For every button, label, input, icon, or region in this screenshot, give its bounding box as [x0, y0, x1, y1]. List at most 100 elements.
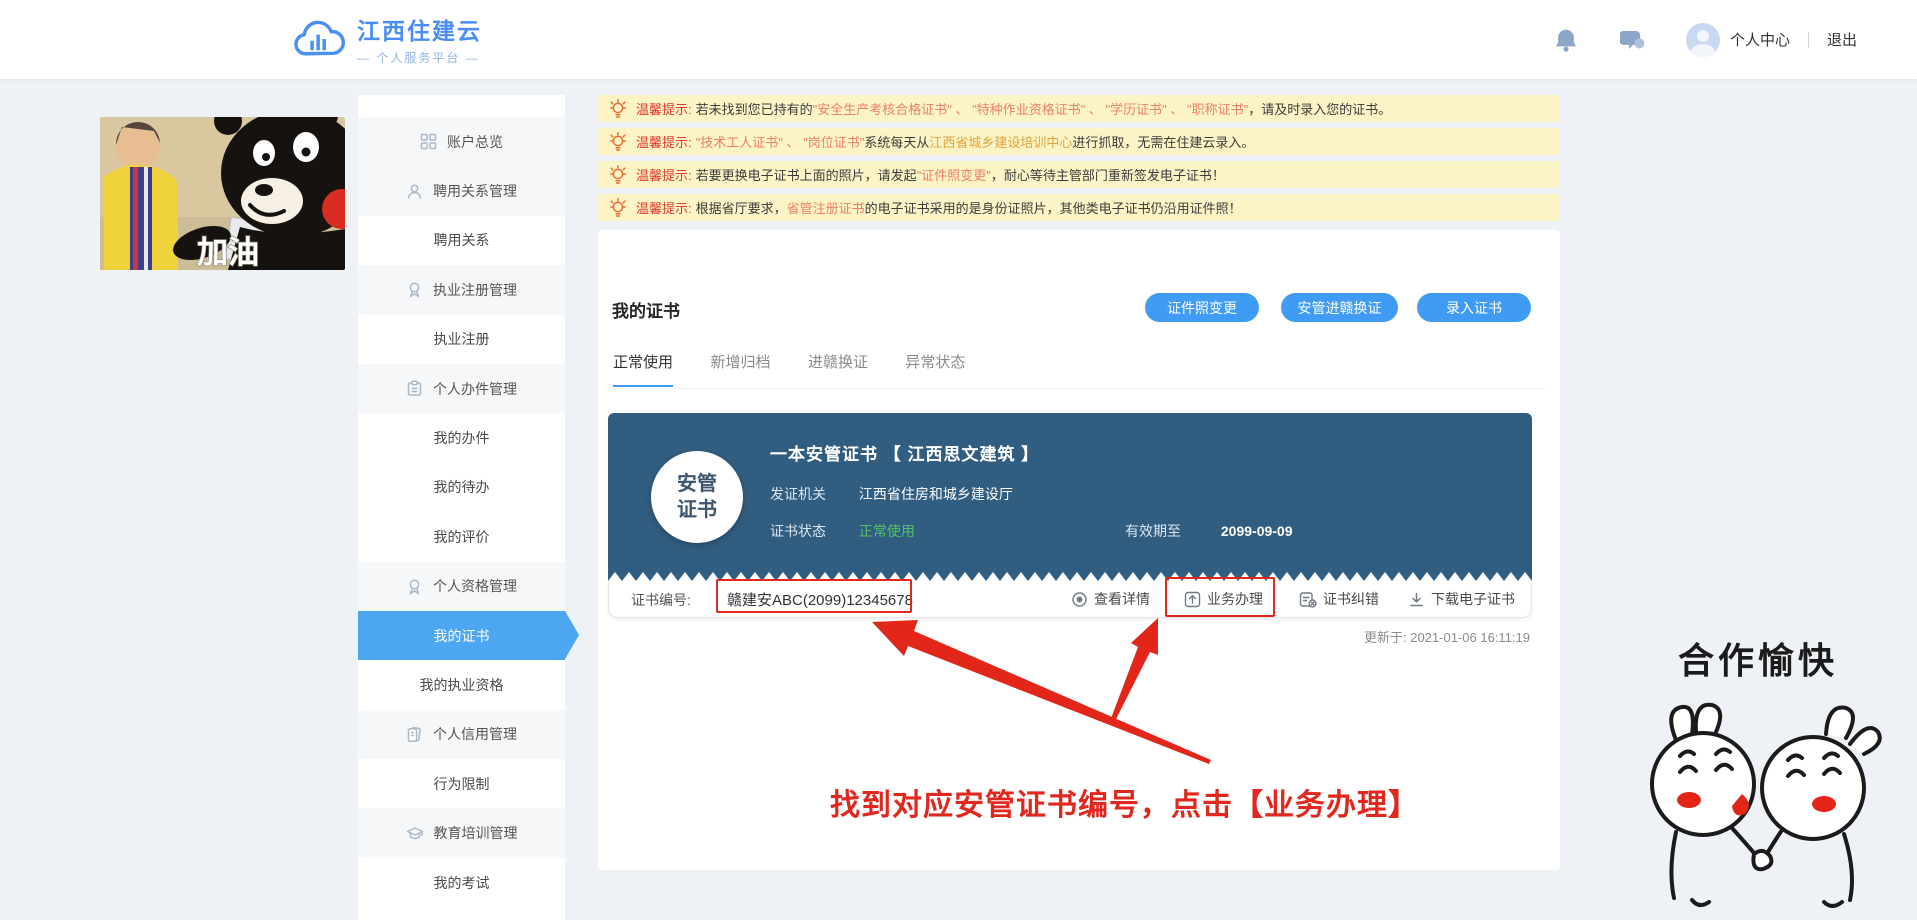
sidebar-item-label: 教育培训管理 [434, 823, 518, 843]
badge-icon [406, 281, 423, 298]
tip-text: 的电子证书采用的是身份证照片，其他类电子证书仍沿用证件照！ [865, 198, 1242, 217]
sidebar-item-personal-cases-mgmt[interactable]: 个人办件管理 [358, 364, 565, 413]
download-certificate-action[interactable]: 下载电子证书 [1408, 589, 1515, 609]
issuer-label: 发证机关 [770, 484, 855, 504]
tip-text: 若要更换电子证书上面的照片，请发起 [696, 165, 917, 184]
badge-icon [406, 578, 423, 595]
certificate-title: 一本安管证书 【 江西思文建筑 】 [770, 440, 1039, 465]
enter-certificate-button[interactable]: 录入证书 [1417, 293, 1531, 322]
tab-new-archive[interactable]: 新增归档 [710, 351, 770, 385]
tip-text: 系统每天从 [864, 132, 929, 151]
tab-abnormal[interactable]: 异常状态 [905, 351, 965, 385]
photo-change-button[interactable]: 证件照变更 [1145, 293, 1259, 322]
tip-text: ，请及时录入您的证书。 [1248, 99, 1391, 118]
logo-subtitle: — 个人服务平台 — [357, 49, 482, 66]
sidebar-item-label: 我的考试 [434, 873, 490, 893]
action-label: 业务办理 [1207, 589, 1263, 609]
issuer-row: 发证机关 江西省住房和城乡建设厅 [770, 484, 1013, 504]
mascot-meme-image: 加油 [100, 117, 345, 270]
user-center-link[interactable]: 个人中心 [1730, 29, 1790, 50]
tip-banner: 温馨提示: 根据省厅要求， 省管注册证书 的电子证书采用的是身份证照片，其他类电… [598, 194, 1560, 221]
sidebar-item-behavior-restriction[interactable]: 行为限制 [358, 759, 565, 808]
certificate-badge: 安管 证书 [651, 451, 743, 543]
tab-exchange[interactable]: 进赣换证 [808, 351, 868, 385]
view-details-action[interactable]: 查看详情 [1071, 589, 1150, 609]
error-doc-icon [1299, 591, 1317, 608]
mascot-block: 合作愉快 [1628, 632, 1888, 920]
sidebar-item-account-overview[interactable]: 账户总览 [358, 117, 565, 166]
sidebar-item-label: 聘用关系 [434, 230, 490, 250]
sidebar-item-employment[interactable]: 聘用关系 [358, 216, 565, 265]
sidebar-item-label: 个人办件管理 [433, 379, 517, 399]
page: 江西住建云 — 个人服务平台 — 个人中心 退出 [0, 0, 1917, 920]
tip-highlight: 省管注册证书 [787, 198, 865, 217]
sidebar-item-label: 聘用关系管理 [433, 181, 517, 201]
sidebar-item-label: 我的评价 [434, 527, 490, 547]
sidebar-item-qualification-mgmt[interactable]: 个人资格管理 [358, 562, 565, 611]
sidebar-item-my-evaluation[interactable]: 我的评价 [358, 512, 565, 561]
divider [1808, 32, 1809, 48]
sidebar-item-my-cases[interactable]: 我的办件 [358, 413, 565, 462]
tip-label: 温馨提示: [636, 165, 692, 184]
cert-number-label: 证书编号: [631, 590, 691, 610]
mascot-caption: 合作愉快 [1628, 632, 1888, 684]
business-handle-action[interactable]: 业务办理 [1184, 589, 1263, 609]
badge-text: 安管 [677, 471, 717, 497]
notification-bell-icon[interactable] [1554, 28, 1578, 52]
sidebar-item-my-todo[interactable]: 我的待办 [358, 463, 565, 512]
message-icon[interactable] [1620, 28, 1644, 52]
sidebar-item-practice-reg-mgmt[interactable]: 执业注册管理 [358, 265, 565, 314]
sidebar-item-label: 我的执业资格 [420, 675, 504, 695]
license-exchange-button[interactable]: 安管进赣换证 [1281, 293, 1398, 322]
tip-highlight: "证件照变更" [917, 165, 991, 184]
annotation-text: 找到对应安管证书编号，点击【业务办理】 [830, 780, 1419, 824]
certificate-action-bar: 证书编号: 赣建安ABC(2099)12345678 查看详情 业务办理 证书纠… [608, 581, 1532, 618]
tab-normal-use[interactable]: 正常使用 [613, 351, 673, 387]
person-icon [406, 183, 423, 200]
action-label: 查看详情 [1094, 589, 1150, 609]
eye-icon [1071, 591, 1088, 608]
tip-banner: 温馨提示: "技术工人证书" 、 "岗位证书" 系统每天从 江西省城乡建设培训中… [598, 128, 1560, 155]
issuer-value: 江西省住房和城乡建设厅 [859, 486, 1013, 502]
tip-highlight: "技术工人证书" 、 "岗位证书" [696, 132, 865, 151]
upload-icon [1184, 591, 1201, 608]
cert-number-value: 赣建安ABC(2099)12345678 [727, 589, 913, 610]
tip-label: 温馨提示: [636, 132, 692, 151]
certificates-panel: 我的证书 证件照变更 安管进赣换证 录入证书 正常使用 新增归档 进赣换证 异常… [598, 230, 1560, 870]
status-row: 证书状态 正常使用 [770, 521, 915, 541]
tip-text: 根据省厅要求， [696, 198, 787, 217]
cert-correction-action[interactable]: 证书纠错 [1299, 589, 1379, 609]
cloud-logo-icon [293, 14, 345, 64]
graduation-cap-icon [406, 825, 424, 842]
sidebar-item-label: 执业注册 [434, 329, 490, 349]
sidebar-item-practice-reg[interactable]: 执业注册 [358, 315, 565, 364]
app-logo[interactable]: 江西住建云 — 个人服务平台 — [293, 12, 482, 66]
sidebar-item-education-training-mgmt[interactable]: 教育培训管理 [358, 808, 565, 857]
download-icon [1408, 591, 1425, 608]
sidebar-item-employment-mgmt[interactable]: 聘用关系管理 [358, 166, 565, 215]
action-label: 下载电子证书 [1431, 589, 1515, 609]
sidebar-item-label: 个人资格管理 [433, 576, 517, 596]
kumamon-meme-illustration: 加油 [100, 117, 345, 270]
validity-row: 有效期至 2099-09-09 [1125, 521, 1293, 541]
sidebar-item-credit-mgmt[interactable]: 个人信用管理 [358, 710, 565, 759]
avatar[interactable] [1686, 23, 1720, 57]
action-label: 证书纠错 [1323, 589, 1379, 609]
sidebar-item-label: 行为限制 [434, 774, 490, 794]
sidebar-item-my-practice-qualifications[interactable]: 我的执业资格 [358, 660, 565, 709]
certificate-tabs: 正常使用 新增归档 进赣换证 异常状态 [613, 351, 1545, 389]
sidebar-item-my-certificates[interactable]: 我的证书 [358, 611, 565, 660]
tips-list: 温馨提示: 若未找到您已持有的 "安全生产考核合格证书" 、 "特种作业资格证书… [598, 95, 1560, 227]
sidebar-item-label: 账户总览 [447, 132, 503, 152]
meme-caption: 加油 [197, 235, 259, 270]
tip-banner: 温馨提示: 若未找到您已持有的 "安全生产考核合格证书" 、 "特种作业资格证书… [598, 95, 1560, 122]
lightbulb-icon [610, 198, 626, 218]
grid-icon [420, 133, 437, 150]
sidebar-item-label: 个人信用管理 [433, 724, 517, 744]
tip-org-link: 江西省城乡建设培训中心 [929, 132, 1072, 151]
status-label: 证书状态 [770, 521, 855, 541]
tip-highlight: "安全生产考核合格证书" 、 "特种作业资格证书" 、 "学历证书" 、 "职称… [813, 99, 1249, 118]
logout-link[interactable]: 退出 [1827, 29, 1857, 50]
sidebar-item-label: 我的办件 [434, 428, 490, 448]
sidebar-item-my-exams[interactable]: 我的考试 [358, 858, 565, 907]
